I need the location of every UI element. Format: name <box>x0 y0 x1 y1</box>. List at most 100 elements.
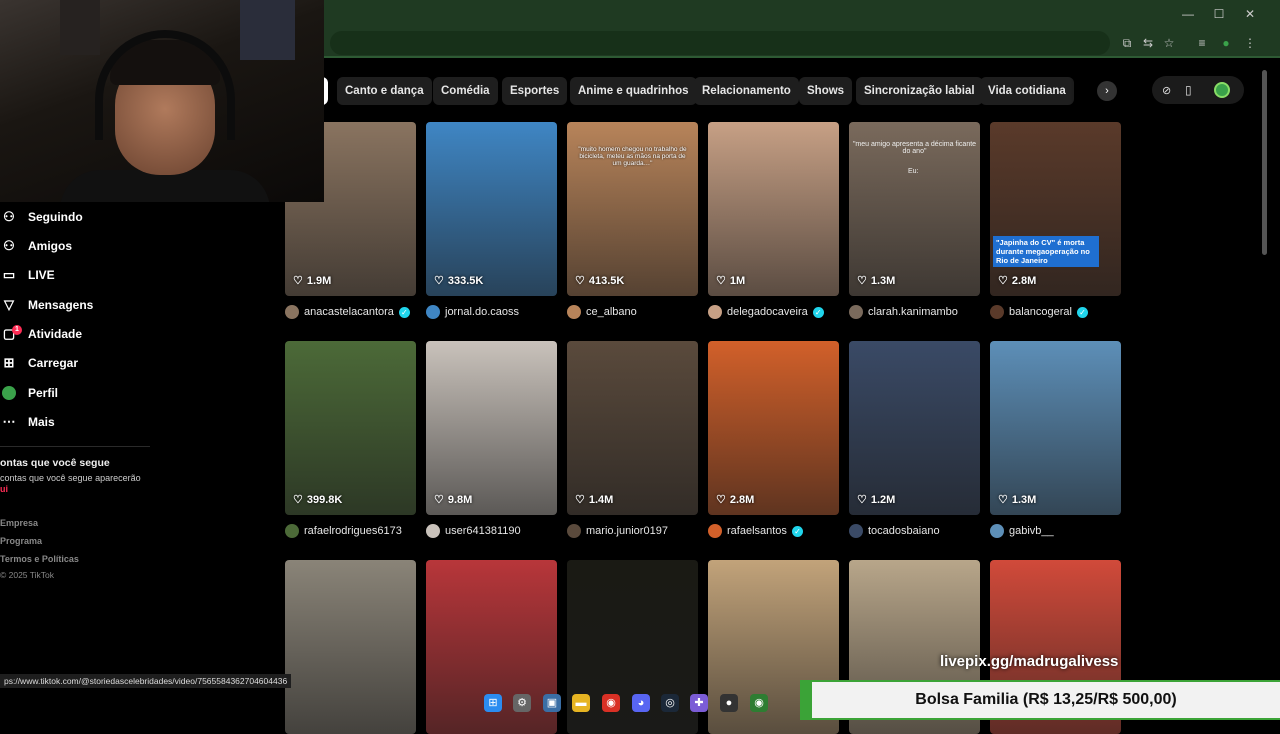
maximize-icon[interactable]: ☐ <box>1211 6 1227 22</box>
verified-icon: ✓ <box>1077 306 1088 318</box>
video-author[interactable]: rafaelsantos ✓ <box>708 523 803 539</box>
like-count: ♡ 2.8M <box>716 493 755 507</box>
author-name: clarah.kanimambo <box>868 306 958 318</box>
like-count: ♡ 333.5K <box>434 274 484 288</box>
more-icon: ⋯ <box>2 414 16 429</box>
nav-perfil[interactable]: Perfil <box>0 381 58 405</box>
video-author[interactable]: anacastelacantora ✓ <box>285 304 410 320</box>
video-author[interactable]: rafaelrodrigues6173 <box>285 523 402 539</box>
heart-icon: ♡ <box>998 494 1008 506</box>
like-count: ♡ 2.8M <box>998 274 1037 288</box>
windows-icon[interactable]: ⊞ <box>484 694 502 712</box>
category-sincronizacao-labial[interactable]: Sincronização labial <box>856 77 983 105</box>
video-thumbnail[interactable] <box>708 122 839 296</box>
video-thumbnail[interactable] <box>990 341 1121 515</box>
scrollbar-thumb[interactable] <box>1262 70 1267 255</box>
nav-live[interactable]: ▭ LIVE <box>0 263 55 287</box>
nav-atividade[interactable]: ▢ 1 Atividade <box>0 322 82 346</box>
heart-icon: ♡ <box>857 275 867 287</box>
nav-seguindo[interactable]: ⚇ Seguindo <box>0 205 83 229</box>
footer-programa[interactable]: Programa <box>0 536 42 546</box>
author-name: anacastelacantora <box>304 306 394 318</box>
nav-mensagens[interactable]: ▽ Mensagens <box>0 293 93 317</box>
like-count: ♡ 1M <box>716 274 746 288</box>
obs-icon[interactable]: ● <box>720 694 738 712</box>
category-next-button[interactable]: › <box>1097 81 1117 101</box>
video-caption-6: "Japinha do CV" é morta durante megaoper… <box>993 236 1099 267</box>
category-anime-e-quadrinhos[interactable]: Anime e quadrinhos <box>570 77 697 105</box>
heart-icon: ♡ <box>293 494 303 506</box>
video-author[interactable]: delegadocaveira ✓ <box>708 304 824 320</box>
minimize-icon[interactable]: — <box>1180 6 1196 22</box>
translate-icon[interactable]: ⇆ <box>1140 35 1156 51</box>
footer-copyright: © 2025 TikTok <box>0 570 54 580</box>
author-name: mario.junior0197 <box>586 525 668 537</box>
like-count: ♡ 1.2M <box>857 493 896 507</box>
photos-icon[interactable]: ▣ <box>543 694 561 712</box>
reading-list-icon[interactable]: ≡ <box>1194 35 1210 51</box>
footer-empresa[interactable]: Empresa <box>0 518 38 528</box>
video-author[interactable]: user641381190 <box>426 523 521 539</box>
address-bar[interactable] <box>330 31 1110 55</box>
video-caption-5-sub: Eu: <box>908 168 919 175</box>
user-avatar[interactable] <box>1214 82 1230 98</box>
folder-icon[interactable]: ▬ <box>572 694 590 712</box>
category-relacionamento[interactable]: Relacionamento <box>694 77 799 105</box>
heart-icon: ♡ <box>575 494 585 506</box>
nav-carregar[interactable]: ⊞ Carregar <box>0 351 78 375</box>
phone-icon[interactable]: ▯ <box>1185 83 1192 97</box>
browser-menu-icon[interactable]: ⋮ <box>1242 35 1258 51</box>
heart-icon: ♡ <box>998 275 1008 287</box>
activity-icon: ▢ 1 <box>0 325 22 343</box>
profile-avatar-icon[interactable]: ● <box>1218 35 1234 51</box>
discord-icon[interactable]: ◕ <box>632 694 650 712</box>
video-author[interactable]: balancogeral ✓ <box>990 304 1088 320</box>
settings-icon[interactable]: ⚙ <box>513 694 531 712</box>
author-name: jornal.do.caoss <box>445 306 519 318</box>
video-thumbnail[interactable] <box>426 341 557 515</box>
steam-icon[interactable]: ◎ <box>661 694 679 712</box>
video-author[interactable]: clarah.kanimambo <box>849 304 958 320</box>
video-thumbnail[interactable] <box>849 341 980 515</box>
video-thumbnail[interactable] <box>285 341 416 515</box>
following-accounts-hint: contas que você segue aparecerão <box>0 473 141 483</box>
video-thumbnail[interactable] <box>990 122 1121 296</box>
avatar <box>426 305 440 319</box>
heart-icon: ♡ <box>575 275 585 287</box>
bookmark-star-icon[interactable]: ☆ <box>1161 35 1177 51</box>
webcam-overlay <box>0 0 324 202</box>
footer-termos[interactable]: Termos e Políticas <box>0 554 79 564</box>
avatar <box>426 524 440 538</box>
author-name: balancogeral <box>1009 306 1072 318</box>
verified-icon: ✓ <box>791 525 803 537</box>
messages-icon: ▽ <box>4 297 14 312</box>
chrome-alt-icon[interactable]: ◉ <box>750 694 768 712</box>
video-author[interactable]: gabivb__ <box>990 523 1054 539</box>
close-icon[interactable]: ✕ <box>1242 6 1258 22</box>
video-thumbnail[interactable] <box>426 122 557 296</box>
category-vida-cotidiana[interactable]: Vida cotidiana <box>980 77 1074 105</box>
category-comedia[interactable]: Comédia <box>433 77 498 105</box>
cast-icon[interactable]: ⧉ <box>1119 35 1135 51</box>
nav-amigos[interactable]: ⚇ Amigos <box>0 234 72 258</box>
video-author[interactable]: tocadosbaiano <box>849 523 940 539</box>
category-shows[interactable]: Shows <box>799 77 853 105</box>
chrome-icon[interactable]: ◉ <box>602 694 620 712</box>
video-author[interactable]: mario.junior0197 <box>567 523 668 539</box>
video-author[interactable]: jornal.do.caoss <box>426 304 519 320</box>
avatar <box>285 524 299 538</box>
category-canto-e-danca[interactable]: Canto e dança <box>337 77 432 105</box>
chevron-right-icon: › <box>1105 85 1109 97</box>
compass-icon[interactable]: ⊘ <box>1162 84 1171 97</box>
video-thumbnail[interactable] <box>285 560 416 734</box>
poster-left <box>60 0 100 55</box>
video-thumbnail[interactable] <box>708 341 839 515</box>
author-name: user641381190 <box>445 525 521 537</box>
category-esportes[interactable]: Esportes <box>502 77 568 105</box>
video-author[interactable]: ce_albano <box>567 304 637 320</box>
following-accounts-link[interactable]: ui <box>0 484 8 494</box>
video-caption-3: "muito homem chegou no trabalho de bicic… <box>578 146 687 167</box>
nav-mais[interactable]: ⋯ Mais <box>0 410 55 434</box>
video-thumbnail[interactable] <box>567 341 698 515</box>
gamepad-icon[interactable]: ✚ <box>690 694 708 712</box>
